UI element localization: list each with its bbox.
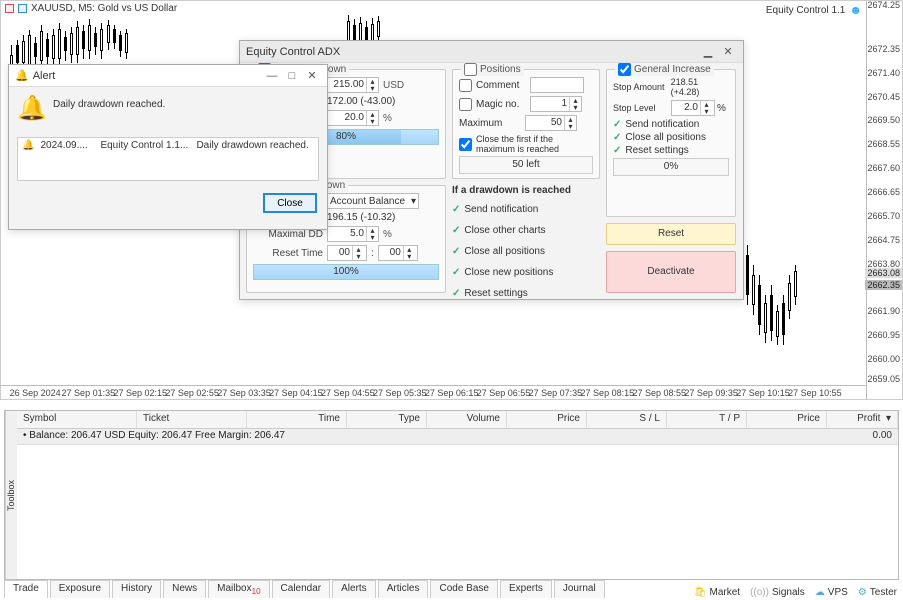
price-tag-bid: 2663.08 <box>865 268 902 278</box>
alert-close-icon[interactable]: ✕ <box>303 68 321 84</box>
amount-input[interactable]: 215.00▴▾ <box>327 77 379 93</box>
alert-close-button[interactable]: Close <box>263 193 317 213</box>
alert-maximize-icon[interactable]: □ <box>283 68 301 84</box>
tab-alerts[interactable]: Alerts <box>332 580 376 598</box>
gen-send-notification[interactable]: Send notification <box>625 119 699 130</box>
magic-input[interactable]: 1▴▾ <box>530 96 582 112</box>
market-status[interactable]: 🛍Market <box>694 587 740 598</box>
alert-message: Daily drawdown reached. <box>53 95 165 123</box>
maximum-input[interactable]: 50▴▾ <box>525 115 577 131</box>
dd-send-notification[interactable]: Send notification <box>464 204 538 215</box>
alert-row[interactable]: 🔔 2024.09.... Equity Control 1.1... Dail… <box>18 138 318 153</box>
reset-button[interactable]: Reset <box>606 223 736 245</box>
signals-status[interactable]: ((o))Signals <box>750 587 805 598</box>
tab-news[interactable]: News <box>163 580 206 598</box>
alert-title: Alert <box>33 70 56 82</box>
alert-titlebar[interactable]: 🔔 Alert — □ ✕ <box>9 65 327 87</box>
positions-checkbox[interactable] <box>464 63 477 76</box>
positions-left: 50 left <box>459 156 593 174</box>
equity-control-titlebar[interactable]: Equity Control ADX ▁ ✕ <box>240 41 743 63</box>
dd-close-all-positions[interactable]: Close all positions <box>464 246 545 257</box>
tab-mailbox[interactable]: Mailbox10 <box>208 580 269 598</box>
mode-select[interactable]: Account Balance▾ <box>327 193 419 209</box>
minimize-icon[interactable]: ▁ <box>699 44 717 60</box>
bell-large-icon: 🔔 <box>17 95 45 123</box>
dd-close-new-positions[interactable]: Close new positions <box>464 267 553 278</box>
drawdown-reached-title: If a drawdown is reached <box>452 185 600 196</box>
general-pct: 0% <box>613 158 729 176</box>
stop-level-input[interactable]: 2.0▴▾ <box>671 100 715 116</box>
chart-title-text: XAUUSD, M5: Gold vs US Dollar <box>31 3 177 14</box>
gen-close-all-positions[interactable]: Close all positions <box>625 132 706 143</box>
total-dd-bar: 100% <box>253 264 439 280</box>
dd-reset-settings[interactable]: Reset settings <box>464 288 527 299</box>
tab-calendar[interactable]: Calendar <box>272 580 331 598</box>
tab-history[interactable]: History <box>112 580 161 598</box>
positions-group: Positions <box>461 63 524 76</box>
tab-trade[interactable]: Trade <box>4 580 48 598</box>
tab-exposure[interactable]: Exposure <box>50 580 110 598</box>
balance-row: • Balance: 206.47 USD Equity: 206.47 Fre… <box>17 429 898 445</box>
reset-hour-input[interactable]: 00▴▾ <box>327 245 367 261</box>
chart-icon <box>5 4 14 13</box>
tab-articles[interactable]: Articles <box>378 580 429 598</box>
close-first-checkbox[interactable] <box>459 138 472 151</box>
status-bar: 🛍Market ((o))Signals ☁VPS ⚙Tester <box>694 587 897 598</box>
vps-status[interactable]: ☁VPS <box>815 587 848 598</box>
tab-journal[interactable]: Journal <box>554 580 605 598</box>
dd-close-other-charts[interactable]: Close other charts <box>464 225 545 236</box>
equity-control-title: Equity Control ADX <box>246 46 340 58</box>
bell-small-icon: 🔔 <box>22 140 34 151</box>
comment-input[interactable] <box>530 77 584 93</box>
close-icon[interactable]: ✕ <box>719 44 737 60</box>
reset-min-input[interactable]: 00▴▾ <box>378 245 418 261</box>
toolbox-label: Toolbox <box>5 411 17 579</box>
bell-icon: 🔔 <box>15 69 29 82</box>
tab-experts[interactable]: Experts <box>500 580 552 598</box>
y-axis: 2674.25 2672.35 2671.40 2670.45 2669.50 … <box>866 1 902 399</box>
maxdd-input[interactable]: 20.0▴▾ <box>327 110 379 126</box>
chart-title: XAUUSD, M5: Gold vs US Dollar <box>5 3 177 14</box>
deactivate-button[interactable]: Deactivate <box>606 251 736 293</box>
tab-codebase[interactable]: Code Base <box>430 580 497 598</box>
total-maxdd-input[interactable]: 5.0▴▾ <box>327 226 379 242</box>
gen-reset-settings[interactable]: Reset settings <box>625 145 688 156</box>
general-checkbox[interactable] <box>618 63 631 76</box>
comment-checkbox[interactable] <box>459 79 472 92</box>
terminal-panel[interactable]: Toolbox Symbol Ticket Time Type Volume P… <box>4 410 899 580</box>
magic-checkbox[interactable] <box>459 98 472 111</box>
alert-window[interactable]: 🔔 Alert — □ ✕ 🔔 Daily drawdown reached. … <box>8 64 328 230</box>
current-value: 172.00 (-43.00) <box>327 96 395 107</box>
chart-icon2 <box>18 4 27 13</box>
alert-minimize-icon[interactable]: — <box>263 68 281 84</box>
terminal-header: Symbol Ticket Time Type Volume Price S /… <box>17 411 898 429</box>
price-tag-ask: 2662.35 <box>865 280 902 290</box>
tester-status[interactable]: ⚙Tester <box>858 587 897 598</box>
general-increase-group: General Increase <box>615 63 714 76</box>
x-axis: 26 Sep 2024 27 Sep 01:35 27 Sep 02:15 27… <box>1 385 866 399</box>
alert-list[interactable]: 🔔 2024.09.... Equity Control 1.1... Dail… <box>17 137 319 181</box>
